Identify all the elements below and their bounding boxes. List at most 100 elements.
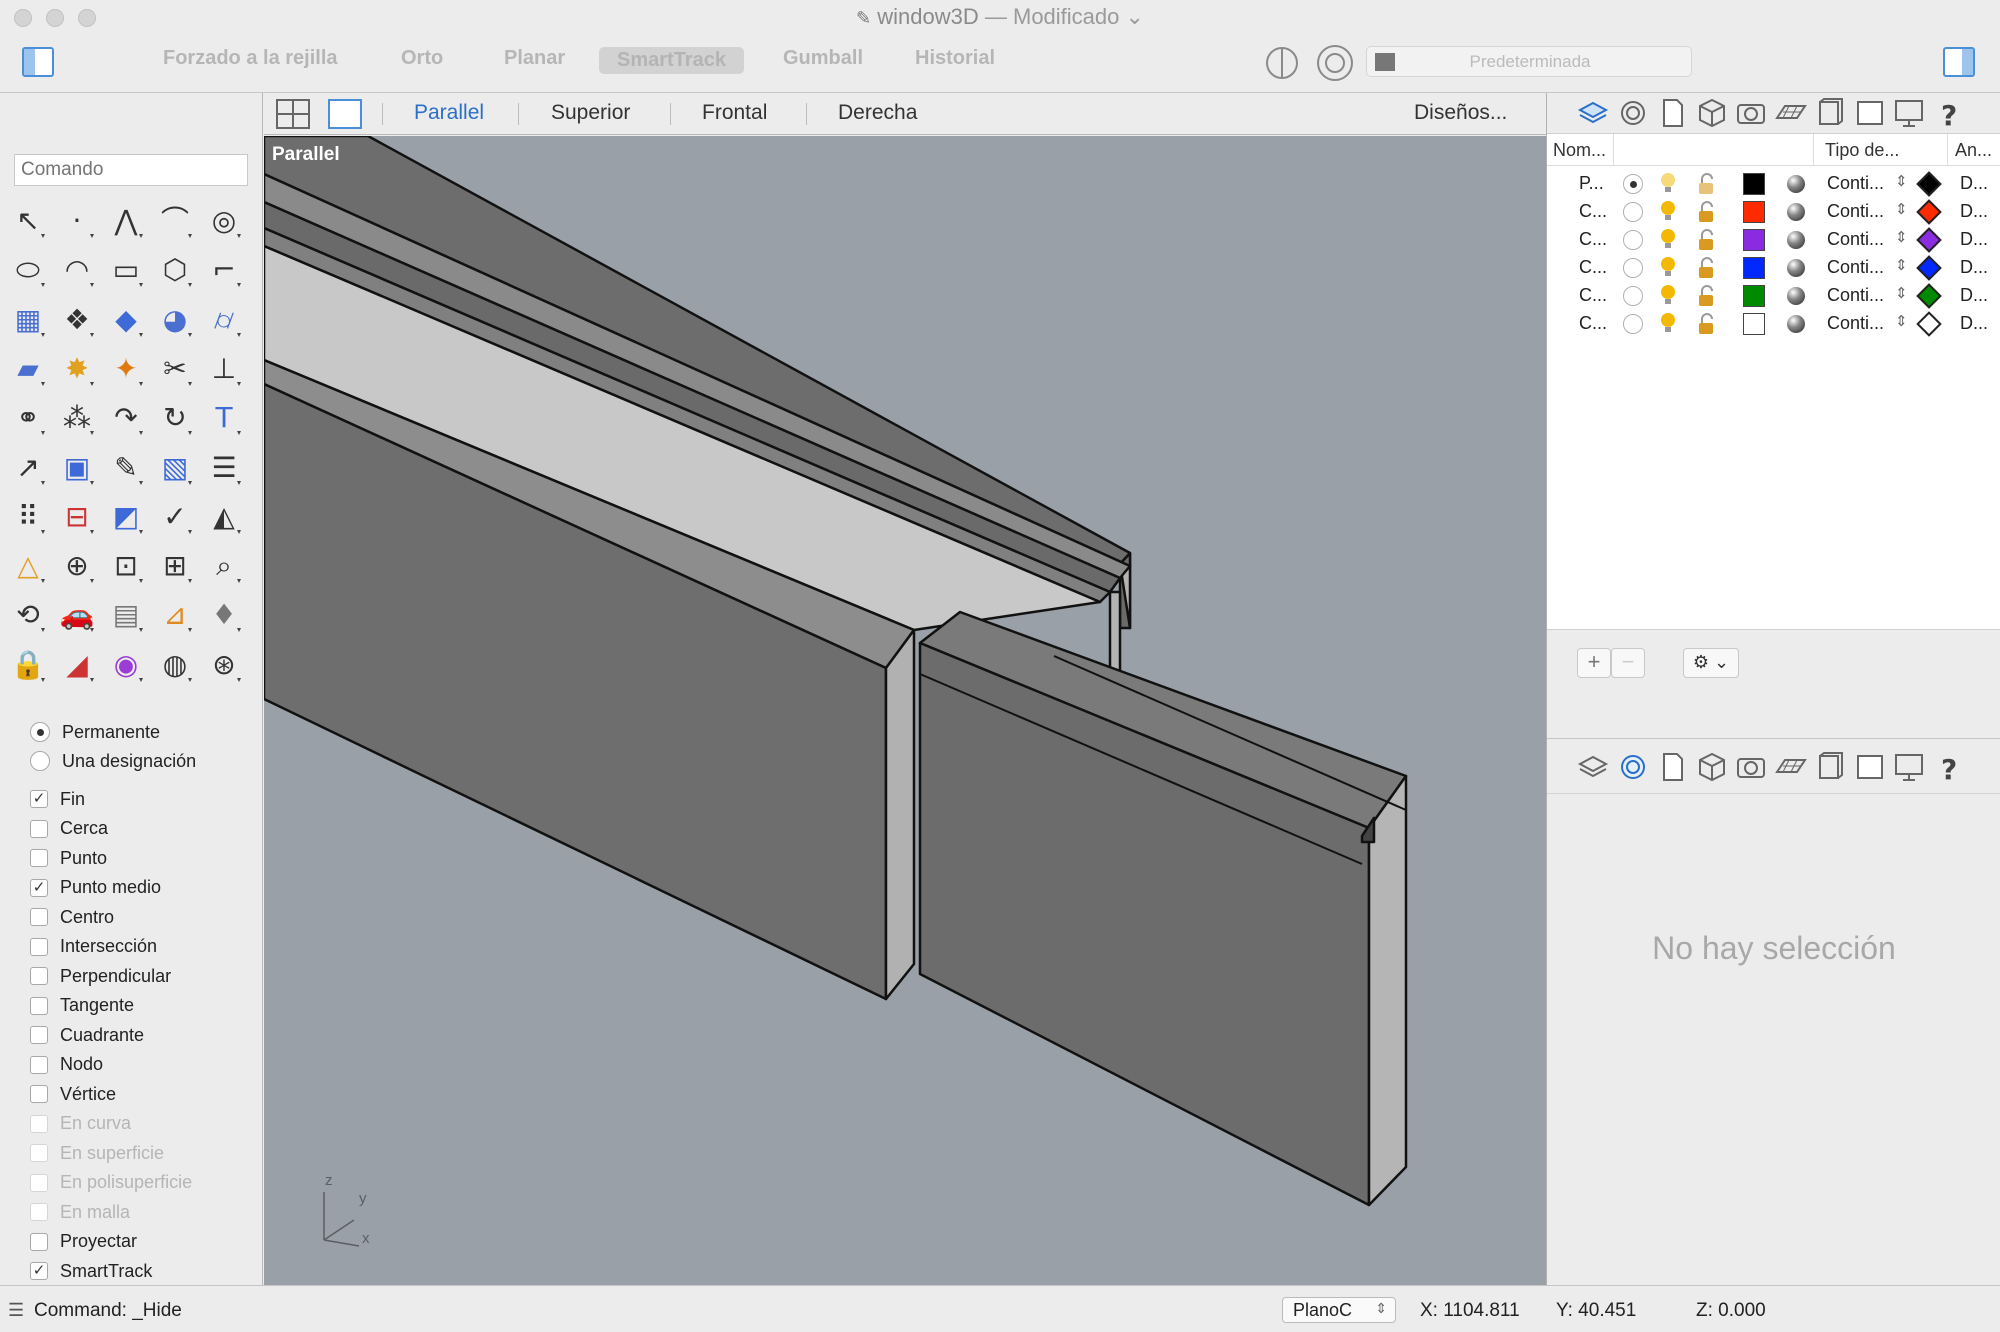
print-width-value[interactable]: D... (1960, 313, 1988, 334)
surface-icon[interactable]: ▦ (8, 300, 48, 340)
color-wheel-icon[interactable]: ◉ (106, 645, 146, 685)
unlock-icon[interactable] (1697, 313, 1717, 335)
radio-icon[interactable] (30, 722, 50, 742)
linetype-value[interactable]: Conti... (1827, 257, 1884, 278)
osnap-option[interactable]: Proyectar (30, 1230, 137, 1254)
checkbox-icon[interactable] (30, 1026, 48, 1044)
checkbox-icon[interactable] (30, 908, 48, 926)
checkbox-icon[interactable] (30, 819, 48, 838)
check-icon[interactable]: ✓ (155, 497, 195, 537)
puzzle-icon[interactable]: ✸ (57, 349, 97, 389)
layout-icon[interactable] (1814, 96, 1846, 130)
checkbox-icon[interactable] (30, 967, 48, 985)
unlock-icon[interactable] (1697, 285, 1717, 307)
print-width-value[interactable]: D... (1960, 285, 1988, 306)
point-icon[interactable]: · (57, 201, 97, 241)
help-icon[interactable]: ? (1933, 750, 1965, 786)
extrude-icon[interactable]: ▧ (155, 448, 195, 488)
material-sphere-icon[interactable] (1787, 287, 1805, 305)
layer-row[interactable]: P... Conti... ⇕ D... (1547, 170, 2000, 198)
mirror-icon[interactable]: ◩ (106, 497, 146, 537)
planar-button[interactable]: Planar (504, 47, 565, 70)
stepper-icon[interactable]: ⇕ (1895, 172, 1908, 190)
tab-derecha[interactable]: Derecha (838, 101, 917, 125)
array-icon[interactable]: ▣ (57, 448, 97, 488)
display-icon[interactable] (1893, 750, 1925, 784)
arc-icon[interactable]: ◠ (57, 250, 97, 290)
cylinder-icon[interactable]: ⌭ (204, 300, 244, 340)
ground-icon[interactable]: ▤ (106, 595, 146, 635)
array-grid-icon[interactable]: ⠿ (8, 497, 48, 537)
osnap-toggle-icon[interactable] (1266, 47, 1298, 79)
cube-icon[interactable] (1696, 750, 1728, 784)
curve-icon[interactable]: ⌒ (155, 201, 195, 241)
curve-tool-icon[interactable]: ↷ (106, 398, 146, 438)
command-input[interactable] (14, 154, 248, 186)
print-color-diamond[interactable] (1916, 227, 1942, 253)
tab-frontal[interactable]: Frontal (702, 101, 767, 125)
current-layer-radio[interactable] (1623, 230, 1643, 250)
shapes-icon[interactable]: ⊿ (155, 595, 195, 635)
dimension-icon[interactable]: △ (8, 546, 48, 586)
unlock-icon[interactable] (1697, 173, 1717, 195)
material-sphere-icon[interactable] (1787, 175, 1805, 193)
layer-color-swatch[interactable] (1743, 285, 1765, 307)
rectangle-icon[interactable]: ▭ (106, 250, 146, 290)
lightbulb-icon[interactable] (1659, 312, 1677, 336)
history-button[interactable]: Historial (915, 47, 995, 70)
linetype-value[interactable]: Conti... (1827, 201, 1884, 222)
loft-icon[interactable]: ❖ (57, 300, 97, 340)
checkbox-icon[interactable] (30, 1232, 48, 1251)
right-panel-toggle-button[interactable] (1943, 47, 1975, 77)
lightbulb-icon[interactable] (1659, 200, 1677, 224)
print-width-value[interactable]: D... (1960, 229, 1988, 250)
osnap-option[interactable]: Centro (30, 905, 114, 929)
zoom-extents-icon[interactable]: ⊞ (155, 546, 195, 586)
osnap-mode-once[interactable]: Una designación (30, 749, 196, 773)
linetype-value[interactable]: Conti... (1827, 229, 1884, 250)
osnap-option[interactable]: Cerca (30, 817, 108, 841)
camera-icon[interactable] (1735, 96, 1767, 130)
single-view-layout-icon[interactable] (328, 99, 362, 129)
lightbulb-icon[interactable] (1659, 256, 1677, 280)
col-name-header[interactable]: Nom... (1553, 140, 1606, 161)
named-view-icon[interactable] (1854, 750, 1886, 784)
properties-icon[interactable] (1617, 750, 1649, 784)
print-color-diamond[interactable] (1916, 199, 1942, 225)
four-view-layout-icon[interactable] (276, 99, 310, 129)
ground-plane-icon[interactable] (1774, 96, 1807, 130)
col-linetype-header[interactable]: Tipo de... (1825, 140, 1899, 161)
unlock-icon[interactable] (1697, 229, 1717, 251)
named-view-icon[interactable] (1854, 96, 1886, 130)
fillet-edge-icon[interactable]: ↻ (155, 398, 195, 438)
layout-icon[interactable] (1814, 750, 1846, 784)
layer-name[interactable]: C... (1579, 201, 1607, 222)
notes-icon[interactable] (1656, 96, 1688, 130)
rotate-view-icon[interactable]: ⟲ (8, 595, 48, 635)
notes-icon[interactable] (1656, 750, 1688, 784)
layer-row[interactable]: C... Conti... ⇕ D... (1547, 254, 2000, 282)
material-sphere-icon[interactable] (1787, 315, 1805, 333)
plane-surface-icon[interactable]: ▰ (8, 349, 48, 389)
print-width-value[interactable]: D... (1960, 257, 1988, 278)
edit-icon[interactable]: ✎ (106, 448, 146, 488)
layer-color-swatch[interactable] (1743, 201, 1765, 223)
current-layer-radio[interactable] (1623, 258, 1643, 278)
viewport-canvas[interactable]: Parallel z y x (264, 136, 1546, 1285)
layer-color-swatch[interactable] (1743, 257, 1765, 279)
layouts-button[interactable]: Diseños... (1414, 101, 1507, 125)
current-layer-dropdown[interactable]: Predeterminada (1366, 46, 1692, 77)
box-icon[interactable]: ◆ (106, 300, 146, 340)
stepper-icon[interactable]: ⇕ (1895, 256, 1908, 274)
lock-icon[interactable]: 🔒 (8, 645, 48, 685)
current-layer-radio[interactable] (1623, 286, 1643, 306)
layer-row[interactable]: C... Conti... ⇕ D... (1547, 226, 2000, 254)
fillet-icon[interactable]: ⌐ (204, 250, 244, 290)
circle-icon[interactable]: ◎ (204, 201, 244, 241)
display-icon[interactable] (1893, 96, 1925, 130)
boolean-icon[interactable]: ⚭ (8, 398, 48, 438)
osnap-option[interactable]: Intersección (30, 935, 157, 959)
osnap-option[interactable]: ✓ Fin (30, 787, 85, 811)
checkbox-icon[interactable] (30, 996, 48, 1015)
col-width-header[interactable]: An... (1955, 140, 1992, 161)
